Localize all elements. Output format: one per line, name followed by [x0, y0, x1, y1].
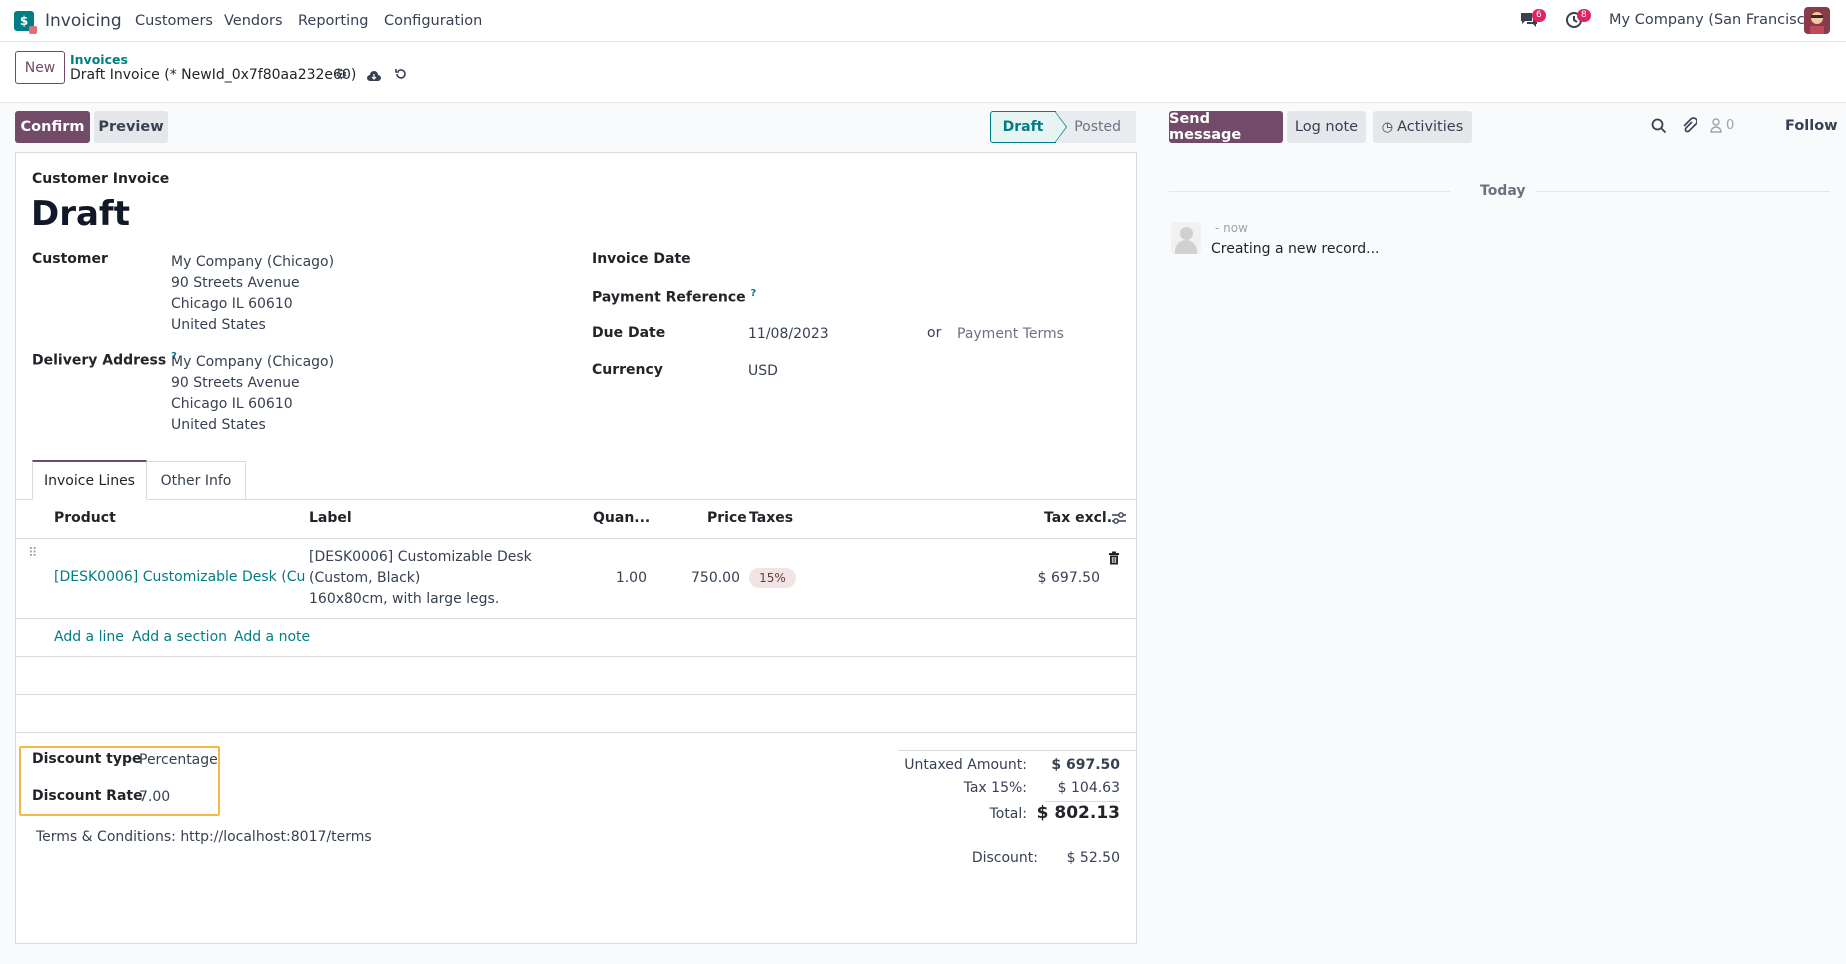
discount-rate-input[interactable]: 7.00 [139, 789, 170, 805]
row-divider [16, 618, 1136, 619]
line-label[interactable]: [DESK0006] Customizable Desk (Custom, Bl… [309, 547, 532, 610]
discount-type-select[interactable]: Percentage [139, 752, 218, 768]
untaxed-amount-label: Untaxed Amount: [904, 757, 1027, 773]
due-date-input[interactable]: 11/08/2023 [748, 326, 829, 342]
invoice-date-input[interactable] [748, 251, 928, 271]
menu-customers[interactable]: Customers [135, 13, 213, 29]
due-date-label: Due Date [592, 325, 666, 341]
user-avatar[interactable] [1804, 7, 1830, 34]
date-separator: Today [1480, 183, 1526, 199]
line-product[interactable]: [DESK0006] Customizable Desk (Custom, Bl… [54, 569, 305, 585]
column-price[interactable]: Price [707, 510, 747, 526]
tab-invoice-lines[interactable]: Invoice Lines [32, 460, 147, 500]
row-divider [16, 656, 1136, 657]
new-button[interactable]: New [15, 51, 65, 84]
tax-value: $ 104.63 [1057, 780, 1120, 796]
discount-label: Discount: [971, 850, 1038, 866]
discount-value: $ 52.50 [1066, 850, 1120, 866]
follow-button[interactable]: Follow [1785, 118, 1838, 134]
column-label[interactable]: Label [309, 510, 352, 526]
search-icon[interactable] [1651, 118, 1667, 138]
followers-icon[interactable] [1710, 118, 1722, 137]
payment-reference-input[interactable] [748, 288, 1048, 308]
payment-reference-label: Payment Reference ? [592, 288, 757, 306]
column-tax-excl[interactable]: Tax excl. [1044, 510, 1112, 526]
delete-line-icon[interactable] [1108, 551, 1120, 569]
message-timestamp: - now [1215, 221, 1248, 235]
tab-other-info[interactable]: Other Info [147, 461, 246, 500]
discount-rate-label: Discount Rate [32, 788, 143, 804]
or-text: or [927, 325, 942, 341]
breadcrumb-current: Draft Invoice (* NewId_0x7f80aa232e60) [70, 67, 357, 83]
line-quantity[interactable]: 1.00 [600, 570, 647, 586]
status-posted[interactable]: Posted [1056, 111, 1136, 143]
column-product[interactable]: Product [54, 510, 116, 526]
activities-badge: 8 [1577, 9, 1591, 22]
move-type: Customer Invoice [32, 171, 170, 187]
app-name[interactable]: Invoicing [45, 11, 122, 31]
untaxed-amount-value: $ 697.50 [1051, 757, 1120, 773]
menu-configuration[interactable]: Configuration [384, 13, 482, 29]
tax-label: Tax 15%: [963, 780, 1027, 796]
customer-label: Customer [32, 251, 108, 267]
status-draft[interactable]: Draft [990, 111, 1056, 143]
cloud-save-icon[interactable] [366, 68, 382, 86]
row-divider [16, 732, 1136, 733]
drag-handle-icon[interactable]: ⠿ [28, 547, 38, 560]
messages-badge: 6 [1532, 9, 1546, 22]
total-value: $ 802.13 [1036, 803, 1120, 823]
line-price[interactable]: 750.00 [670, 570, 740, 586]
followers-count[interactable]: 0 [1726, 118, 1734, 133]
company-switcher[interactable]: My Company (San Francisco) [1609, 12, 1819, 28]
clock-icon: ◷ [1381, 119, 1394, 135]
total-label: Total: [989, 806, 1027, 822]
preview-button[interactable]: Preview [94, 111, 168, 143]
status-arrow-fill [1055, 112, 1066, 142]
line-subtotal: $ 697.50 [1037, 570, 1100, 586]
message-author-avatar[interactable] [1171, 222, 1201, 254]
paperclip-icon[interactable] [1681, 117, 1698, 139]
activities-button[interactable]: ◷ Activities [1373, 111, 1472, 143]
date-separator-line [1169, 191, 1450, 192]
confirm-button[interactable]: Confirm [15, 111, 90, 143]
add-note-link[interactable]: Add a note [234, 629, 310, 645]
totals-divider [898, 750, 1136, 751]
breadcrumb-invoices[interactable]: Invoices [70, 52, 128, 67]
total-divider [1045, 801, 1120, 802]
menu-reporting[interactable]: Reporting [298, 13, 369, 29]
message-body: Creating a new record... [1211, 241, 1380, 257]
invoicing-app-icon[interactable]: $ [14, 11, 37, 34]
currency-input[interactable]: USD [748, 363, 778, 379]
terms-conditions[interactable]: Terms & Conditions: http://localhost:801… [36, 829, 372, 845]
add-section-link[interactable]: Add a section [132, 629, 227, 645]
invoice-name: Draft [31, 194, 130, 234]
delivery-address-label: Delivery Address ? [32, 351, 177, 369]
currency-label: Currency [592, 362, 663, 378]
log-note-button[interactable]: Log note [1287, 111, 1366, 143]
row-divider [16, 694, 1136, 695]
date-separator-line [1535, 191, 1830, 192]
header-divider [16, 538, 1136, 539]
invoice-date-label: Invoice Date [592, 251, 691, 267]
discount-type-label: Discount type [32, 751, 142, 767]
line-tax-badge[interactable]: 15% [749, 568, 796, 588]
gear-icon[interactable]: ⚙ [335, 67, 348, 83]
payment-terms-input[interactable]: Payment Terms [957, 326, 1064, 342]
customer-field[interactable]: My Company (Chicago) 90 Streets Avenue C… [171, 252, 334, 336]
column-taxes[interactable]: Taxes [749, 510, 793, 526]
delivery-address-field[interactable]: My Company (Chicago) 90 Streets Avenue C… [171, 352, 334, 436]
add-line-link[interactable]: Add a line [54, 629, 124, 645]
send-message-button[interactable]: Send message [1169, 111, 1283, 143]
optional-columns-icon[interactable] [1111, 511, 1127, 529]
column-quantity[interactable]: Quan... [593, 510, 650, 526]
discard-icon[interactable] [394, 67, 408, 85]
menu-vendors[interactable]: Vendors [224, 13, 283, 29]
